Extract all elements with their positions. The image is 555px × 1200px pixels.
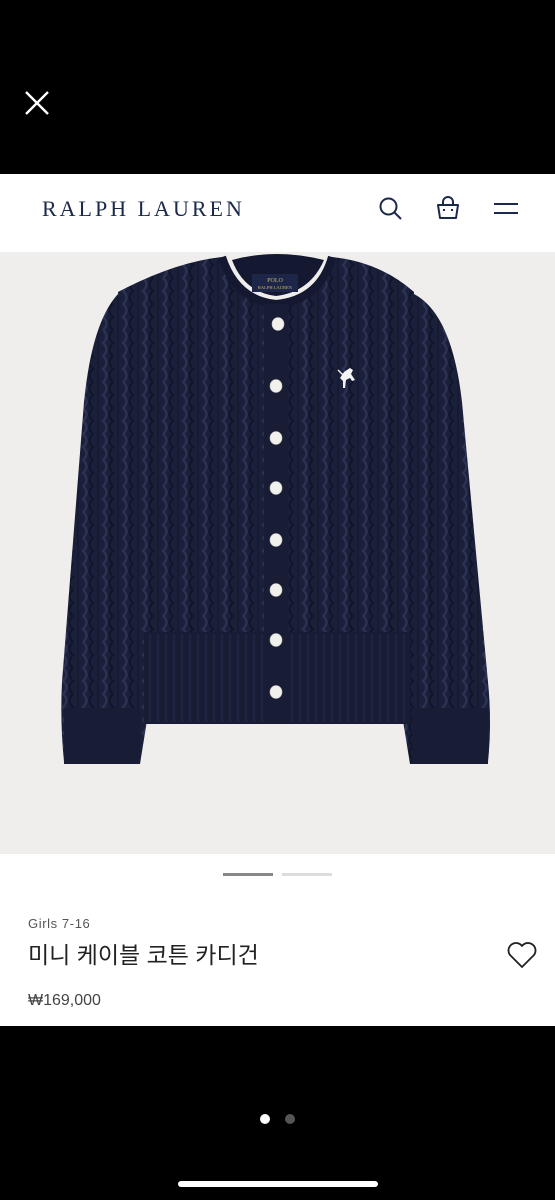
close-icon <box>25 91 49 115</box>
search-icon <box>379 197 402 220</box>
close-button[interactable] <box>22 88 52 118</box>
page-dot-active[interactable] <box>260 1114 270 1124</box>
product-category: Girls 7-16 <box>28 916 91 931</box>
product-name: 미니 케이블 코튼 카디건 <box>28 942 259 968</box>
brand-logo[interactable]: RALPH LAUREN <box>42 196 245 222</box>
site-header: RALPH LAUREN <box>0 174 555 252</box>
heart-outline-icon <box>507 942 537 968</box>
shopping-bag-icon <box>437 196 459 219</box>
carousel-indicator-active[interactable] <box>223 873 273 876</box>
search-button[interactable] <box>376 194 406 224</box>
menu-icon <box>494 203 518 214</box>
home-indicator[interactable] <box>178 1181 378 1187</box>
menu-button[interactable] <box>491 194 521 224</box>
carousel-indicator-inactive[interactable] <box>282 873 332 876</box>
cart-button[interactable] <box>433 194 463 224</box>
viewer-page-indicator <box>0 1112 555 1126</box>
product-price: ₩169,000 <box>28 992 101 1009</box>
product-image[interactable]: POLO RALPH LAUREN <box>0 252 555 854</box>
cable-knit-cardigan-image: POLO RALPH LAUREN <box>61 254 490 764</box>
page-dot-inactive[interactable] <box>285 1114 295 1124</box>
svg-text:RALPH LAUREN: RALPH LAUREN <box>258 285 293 290</box>
wishlist-button[interactable] <box>506 940 538 970</box>
product-info: Girls 7-16 미니 케이블 코튼 카디건 ₩169,000 <box>0 896 555 1026</box>
image-carousel-indicator <box>0 854 555 896</box>
svg-text:POLO: POLO <box>267 278 283 284</box>
